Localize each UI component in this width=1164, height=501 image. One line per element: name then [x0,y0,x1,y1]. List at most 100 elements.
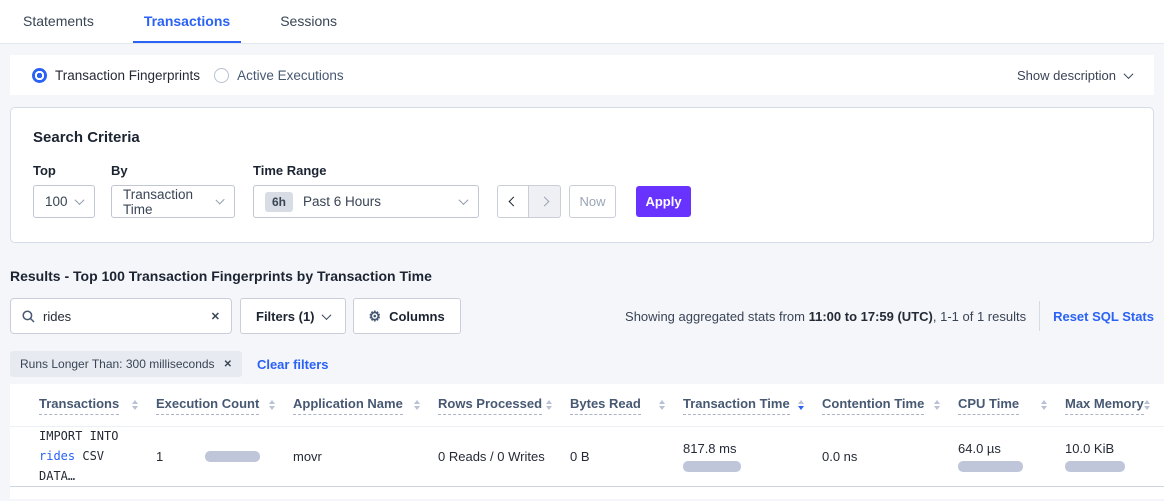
stats-prefix: Showing aggregated stats from [625,309,809,324]
sort-icon[interactable] [1041,400,1047,410]
by-select-value: Transaction Time [123,187,217,217]
top-field: Top 100 [33,163,95,218]
radio-active-executions[interactable]: Active Executions [214,68,344,83]
apply-button[interactable]: Apply [636,186,691,217]
transaction-fingerprint-cell[interactable]: IMPORT INTO rides CSV DATA… [39,427,156,486]
sort-icon-active-desc[interactable] [798,400,804,410]
sort-icon[interactable] [1144,400,1150,410]
radio-transaction-fingerprints[interactable]: Transaction Fingerprints [32,68,200,83]
cpu-time-cell: 64.0 µs [958,441,1065,472]
radio-selected-icon [32,68,47,83]
results-heading: Results - Top 100 Transaction Fingerprin… [10,268,1154,284]
transaction-time-bar [683,461,741,472]
reset-sql-stats-link[interactable]: Reset SQL Stats [1053,309,1154,324]
clear-filters-link[interactable]: Clear filters [257,357,329,372]
tab-sessions[interactable]: Sessions [269,0,348,43]
previous-time-window-button[interactable] [497,185,529,218]
chevron-right-icon [540,197,550,207]
filters-button-label: Filters (1) [256,309,315,324]
column-header-cpu-time[interactable]: CPU Time [958,396,1065,415]
execution-count-cell: 1 [156,449,293,464]
by-select[interactable]: Transaction Time [111,185,235,218]
next-time-window-button[interactable] [529,185,561,218]
time-range-value: Past 6 Hours [303,194,381,209]
column-header-transactions[interactable]: Transactions [39,396,156,415]
top-select-value: 100 [45,194,68,209]
chevron-left-icon [508,197,518,207]
cpu-time-bar [958,461,1023,472]
clear-search-icon[interactable]: ✕ [211,310,220,323]
tab-statements[interactable]: Statements [12,0,105,43]
column-header-execution-count[interactable]: Execution Count [156,396,293,415]
divider [1039,301,1040,331]
sort-icon[interactable] [934,400,940,410]
cpu-time-value: 64.0 µs [958,441,1051,456]
now-button[interactable]: Now [569,185,616,218]
show-description-toggle[interactable]: Show description [1017,68,1132,83]
search-icon [22,310,35,323]
time-window-pager [497,185,561,218]
stats-time-range: 11:00 to 17:59 (UTC) [809,309,933,324]
page-tabbar: Statements Transactions Sessions [0,0,1164,44]
filter-pill-label: Runs Longer Than: 300 milliseconds [20,357,215,371]
remove-filter-icon[interactable]: ✕ [224,359,232,370]
radio-label: Transaction Fingerprints [55,68,200,83]
chevron-down-icon [321,310,331,320]
column-header-contention-time[interactable]: Contention Time [822,396,958,415]
filters-button[interactable]: Filters (1) [240,298,346,334]
sql-line-2: rides CSV DATA… [39,447,142,487]
rows-processed-cell: 0 Reads / 0 Writes [438,449,570,464]
by-label: By [111,163,235,178]
sort-icon[interactable] [269,400,275,410]
top-label: Top [33,163,95,178]
sort-icon[interactable] [659,400,665,410]
top-select[interactable]: 100 [33,185,95,218]
active-filters-row: Runs Longer Than: 300 milliseconds ✕ Cle… [10,351,1154,377]
radio-unselected-icon [214,68,229,83]
time-range-label: Time Range [253,163,479,178]
tab-transactions[interactable]: Transactions [133,0,241,43]
time-range-select[interactable]: 6h Past 6 Hours [253,185,479,218]
execution-count-bar [205,451,260,462]
max-memory-cell: 10.0 KiB [1065,441,1164,472]
sort-icon[interactable] [546,400,552,410]
transaction-time-cell: 817.8 ms [683,441,822,472]
application-name-cell: movr [293,449,438,464]
bytes-read-cell: 0 B [570,449,683,464]
max-memory-bar [1065,461,1125,472]
transaction-time-value: 817.8 ms [683,441,808,456]
chevron-down-icon [75,195,85,205]
column-header-transaction-time[interactable]: Transaction Time [683,396,822,415]
transaction-link[interactable]: rides [39,449,75,463]
column-header-max-memory[interactable]: Max Memory [1065,396,1164,415]
sort-icon[interactable] [414,400,420,410]
chevron-down-icon [1124,69,1134,79]
chevron-down-icon [459,195,469,205]
show-description-label: Show description [1017,68,1116,83]
transactions-table: Transactions Execution Count Application… [10,384,1164,499]
max-memory-value: 10.0 KiB [1065,441,1150,456]
search-box[interactable]: ✕ [10,298,232,334]
sql-line-1: IMPORT INTO [39,427,142,447]
aggregated-stats-text: Showing aggregated stats from 11:00 to 1… [625,301,1154,331]
stats-suffix: , 1-1 of 1 results [933,309,1026,324]
filter-pill: Runs Longer Than: 300 milliseconds ✕ [10,351,242,377]
view-toggle-bar: Transaction Fingerprints Active Executio… [10,55,1154,95]
columns-button[interactable]: ⚙ Columns [353,298,461,334]
search-input[interactable] [43,309,211,324]
table-header-row: Transactions Execution Count Application… [10,384,1164,427]
time-range-field: Time Range 6h Past 6 Hours [253,163,479,218]
sort-icon[interactable] [132,400,138,410]
by-field: By Transaction Time [111,163,235,218]
column-header-application-name[interactable]: Application Name [293,396,438,415]
table-row: IMPORT INTO rides CSV DATA… 1 movr 0 Rea… [10,427,1164,487]
search-criteria-title: Search Criteria [33,129,1131,146]
column-header-rows-processed[interactable]: Rows Processed [438,396,570,415]
radio-label: Active Executions [237,68,344,83]
search-criteria-card: Search Criteria Top 100 By Transaction T… [10,107,1154,243]
columns-button-label: Columns [389,309,445,324]
gear-icon: ⚙ [369,309,382,323]
column-header-bytes-read[interactable]: Bytes Read [570,396,683,415]
contention-time-cell: 0.0 ns [822,449,958,464]
time-range-badge: 6h [265,192,293,212]
